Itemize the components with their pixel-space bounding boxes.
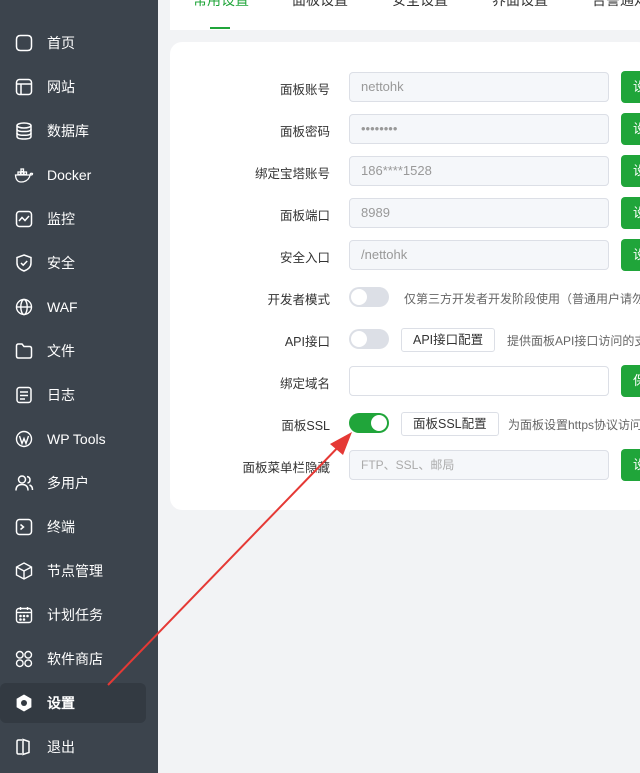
sidebar-item-users[interactable]: 多用户 [0,461,158,505]
tab-panel-settings[interactable]: 面板设置 [292,0,348,10]
developer-mode-desc: 仅第三方开发者开发阶段使用（普通用户请勿 [404,292,640,306]
api-label: API接口 [284,335,330,349]
settings-icon [14,693,34,713]
store-icon [14,649,34,669]
tab-common-settings[interactable]: 常用设置 [193,0,249,10]
sidebar-item-label: 多用户 [47,475,89,491]
api-desc: 提供面板API接口访问的支 [507,334,640,348]
logout-icon [14,737,34,757]
sidebar-item-label: 计划任务 [47,607,103,623]
sidebar-item-security[interactable]: 安全 [0,241,158,285]
bind-domain-label: 绑定域名 [279,377,330,391]
docker-icon [14,165,34,185]
sidebar-item-software-store[interactable]: 软件商店 [0,637,158,681]
sidebar-item-label: 退出 [47,739,75,755]
panel-port-label: 面板端口 [279,209,330,223]
sidebar-item-waf[interactable]: WAF [0,285,158,329]
panel-ssl-toggle[interactable] [349,413,389,433]
sidebar-item-label: 安全 [47,255,75,271]
set-bind-account-button[interactable]: 设 [621,155,640,187]
tab-interface-settings[interactable]: 界面设置 [492,0,548,10]
api-toggle[interactable] [349,329,389,349]
panel-account-field[interactable]: nettohk [349,72,609,102]
sidebar-item-label: 日志 [47,387,75,403]
active-tab-indicator [210,27,230,29]
developer-mode-toggle[interactable] [349,287,389,307]
node-icon [14,561,34,581]
bind-bt-account-field[interactable]: 186****1528 [349,156,609,186]
set-account-button[interactable]: 设 [621,71,640,103]
security-entry-field[interactable]: /nettohk [349,240,609,270]
panel-ssl-desc: 为面板设置https协议访问 [508,418,640,432]
sidebar-item-label: 软件商店 [47,651,103,667]
log-icon [14,385,34,405]
sidebar-item-label: 设置 [47,695,75,711]
sidebar-item-label: 网站 [47,79,75,95]
sidebar-item-label: 文件 [47,343,75,359]
sidebar-item-label: 首页 [47,35,75,51]
panel-password-field[interactable]: •••••••• [349,114,609,144]
sidebar-item-label: 数据库 [47,123,89,139]
sidebar-item-website[interactable]: 网站 [0,65,158,109]
calendar-icon [14,605,34,625]
sidebar-item-monitor[interactable]: 监控 [0,197,158,241]
panel-ssl-label: 面板SSL [281,419,330,433]
sidebar-item-wp-tools[interactable]: WP Tools [0,417,158,461]
set-password-button[interactable]: 设 [621,113,640,145]
waf-icon [14,297,34,317]
sidebar-item-home[interactable]: 首页 [0,21,158,65]
settings-panel [170,42,640,510]
set-entry-button[interactable]: 设 [621,239,640,271]
bind-domain-input[interactable] [349,366,609,396]
bind-bt-account-label: 绑定宝塔账号 [254,167,330,181]
shield-icon [14,253,34,273]
sidebar-item-settings[interactable]: 设置 [0,681,158,725]
sidebar-item-label: Docker [47,167,92,183]
tab-alert-settings[interactable]: 告警通知 [592,0,640,10]
users-icon [14,473,34,493]
sidebar-item-label: WAF [47,299,78,315]
sidebar-item-logout[interactable]: 退出 [0,725,158,769]
set-menu-hide-button[interactable]: 设 [621,449,640,481]
sidebar-item-node-management[interactable]: 节点管理 [0,549,158,593]
sidebar-item-terminal[interactable]: 终端 [0,505,158,549]
tab-security-settings[interactable]: 安全设置 [392,0,448,10]
sidebar-item-logs[interactable]: 日志 [0,373,158,417]
database-icon [14,121,34,141]
wordpress-icon [14,429,34,449]
terminal-icon [14,517,34,537]
sidebar-item-label: 终端 [47,519,75,535]
home-icon [14,33,34,53]
sidebar-item-label: 监控 [47,211,75,227]
sidebar-item-docker[interactable]: Docker [0,153,158,197]
panel-account-label: 面板账号 [279,83,330,97]
sidebar: 首页 网站 数据库 Docker 监控 安全 WAF 文件 日志 WP Tool… [0,0,158,773]
panel-ssl-config-button[interactable]: 面板SSL配置 [401,412,499,436]
panel-port-field[interactable]: 8989 [349,198,609,228]
sidebar-item-files[interactable]: 文件 [0,329,158,373]
developer-mode-label: 开发者模式 [267,293,330,307]
menu-hide-field[interactable]: FTP、SSL、邮局 [349,450,609,480]
sidebar-item-label: 节点管理 [47,563,103,579]
folder-icon [14,341,34,361]
website-icon [14,77,34,97]
security-entry-label: 安全入口 [279,251,330,265]
monitor-icon [14,209,34,229]
sidebar-item-database[interactable]: 数据库 [0,109,158,153]
panel-password-label: 面板密码 [279,125,330,139]
sidebar-item-cron[interactable]: 计划任务 [0,593,158,637]
set-port-button[interactable]: 设 [621,197,640,229]
sidebar-item-label: WP Tools [47,431,106,447]
api-config-button[interactable]: API接口配置 [401,328,496,352]
menu-hide-label: 面板菜单栏隐藏 [242,461,330,475]
save-domain-button[interactable]: 保 [621,365,640,397]
